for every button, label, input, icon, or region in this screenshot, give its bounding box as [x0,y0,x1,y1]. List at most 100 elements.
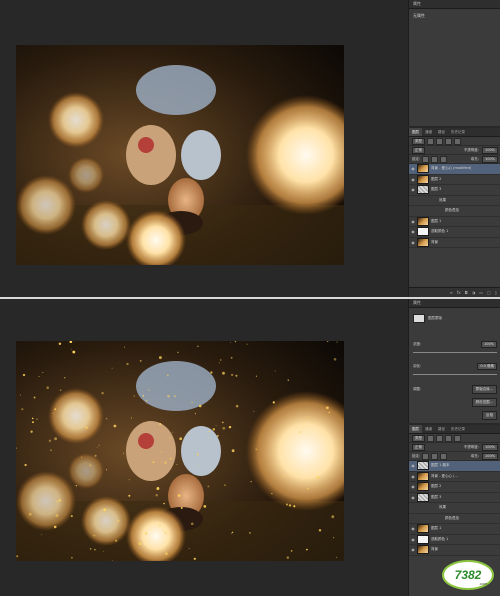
sparkle-dot [128,479,130,481]
tab-history[interactable]: 历史记录 [448,128,468,136]
filter-shape-icon[interactable] [454,434,461,442]
fx-icon[interactable]: fx [457,290,461,295]
filter-shape-icon[interactable] [454,137,461,145]
filter-adjust-icon[interactable] [436,434,443,442]
layer-row[interactable]: ◉ 图层 3 [409,492,500,503]
layer-thumbnail [417,237,429,247]
opacity-input[interactable]: 100% [481,146,498,154]
sparkle-dot [249,532,251,534]
sparkle-dot [145,399,148,402]
sparkle-dot [94,454,97,457]
tab-channels[interactable]: 通道 [422,128,435,136]
layer-row[interactable]: ◉ 图层 2 [409,482,500,493]
eye-icon[interactable]: ◉ [409,240,417,245]
adjustment-icon[interactable]: ◑ [472,290,476,295]
eye-icon[interactable]: ◉ [409,495,417,500]
sparkle-dot [46,386,49,389]
sparkle-dot [272,401,275,404]
sparkle-dot [165,552,168,556]
density-input[interactable]: 100% [480,341,497,348]
layer-name: 选取颜色 1 [431,229,449,234]
layer-row[interactable]: ◉ 图层 1 [409,524,500,535]
blend-mode-select[interactable]: 正常 [412,146,425,154]
trash-icon[interactable]: ▯ [495,290,497,295]
tab-paths[interactable]: 路径 [435,128,448,136]
layer-name: 效果 [439,505,446,510]
document-canvas[interactable] [16,341,344,561]
eye-icon[interactable]: ◉ [409,474,417,479]
eye-icon[interactable]: ◉ [409,547,417,552]
feather-input[interactable]: 0.0 像素 [477,363,497,370]
layer-row[interactable]: 效果 [409,503,500,514]
mask-edge-button[interactable]: 蒙版边缘... [471,385,497,394]
sparkle-dot [169,437,171,439]
layer-row[interactable]: ◉ 图层 1 副本 [409,461,500,472]
density-slider[interactable] [413,352,497,353]
filter-pixel-icon[interactable] [427,434,434,442]
feather-slider[interactable] [413,374,497,375]
feather-row: 羽化: 0.0 像素 [409,361,500,372]
lock-pixels-icon[interactable] [422,155,430,163]
folder-icon[interactable]: ▭ [479,290,483,295]
filter-pixel-icon[interactable] [427,137,434,145]
layer-row[interactable]: 颜色叠加 [409,514,500,524]
document-canvas[interactable] [16,45,344,265]
fill-input[interactable]: 100% [481,155,498,163]
sparkle-dot [21,408,24,411]
mask-icon[interactable]: ◘ [465,290,468,295]
link-icon[interactable]: ∞ [449,290,452,295]
sparkle-dot [58,342,62,346]
color-range-button[interactable]: 颜色范围... [471,398,497,407]
invert-button[interactable]: 反相 [482,411,497,420]
layer-name: 图层 2 [431,484,442,489]
layer-row[interactable]: ◉ 图层 3 [409,185,500,196]
sparkle-dot [130,417,132,419]
new-layer-icon[interactable]: ▢ [487,290,491,295]
tab-layers[interactable]: 图层 [409,425,422,433]
layer-name: 颜色叠加 [445,515,459,520]
eye-icon[interactable]: ◉ [409,537,417,542]
layer-row[interactable]: ◉ 图层 1 [409,216,500,227]
tab-paths[interactable]: 路径 [435,425,448,433]
sparkle-dot [288,504,292,507]
layer-row[interactable]: ◉ 选取颜色 1 [409,227,500,238]
lock-position-icon[interactable] [431,452,439,460]
site-logo-suffix: .com [479,581,488,586]
filter-kind-select[interactable]: 类型 [412,137,425,145]
layer-row[interactable]: 效果 [409,196,500,206]
sparkle-dot [222,371,225,375]
eye-icon[interactable]: ◉ [409,219,417,224]
eye-icon[interactable]: ◉ [409,229,417,234]
filter-type-icon[interactable] [445,137,452,145]
layer-row[interactable]: ◉ 背景 - 爱心心 (... [409,471,500,482]
eye-icon[interactable]: ◉ [409,187,417,192]
eye-icon[interactable]: ◉ [409,484,417,489]
layer-row[interactable]: ◉ 图层 2 [409,174,500,185]
sparkle-dot [188,548,190,549]
filter-adjust-icon[interactable] [436,137,443,145]
tab-history[interactable]: 历史记录 [448,425,468,433]
layer-row[interactable]: ◉ 背景 [409,237,500,248]
filter-type-icon[interactable] [445,434,452,442]
layer-row[interactable]: ◉ 背景 [409,545,500,556]
eye-icon[interactable]: ◉ [409,177,417,182]
lock-position-icon[interactable] [431,155,439,163]
filter-kind-select[interactable]: 类型 [412,434,425,442]
layer-row[interactable]: ◉ 选取颜色 1 [409,534,500,545]
layer-row[interactable]: ◉ 背景 - 爱心心 (modified) [409,164,500,175]
lock-all-icon[interactable] [440,452,448,460]
eye-icon[interactable]: ◉ [409,463,417,468]
layer-list: ◉ 图层 1 副本 ◉ 背景 - 爱心心 (... ◉ 图层 2 ◉ 图层 3 效果 颜色叠加 ◉ 图… [409,461,500,556]
lock-pixels-icon[interactable] [422,452,430,460]
blend-mode-select[interactable]: 正常 [412,443,425,451]
tab-layers[interactable]: 图层 [409,128,422,136]
layer-row[interactable]: 颜色叠加 [409,206,500,217]
sparkle-dot [278,431,280,433]
eye-icon[interactable]: ◉ [409,526,417,531]
fill-input[interactable]: 100% [481,452,498,460]
lock-all-icon[interactable] [440,155,448,163]
eye-icon[interactable]: ◉ [409,166,417,171]
sparkle-dot [216,434,219,437]
tab-channels[interactable]: 通道 [422,425,435,433]
opacity-input[interactable]: 100% [481,443,498,451]
